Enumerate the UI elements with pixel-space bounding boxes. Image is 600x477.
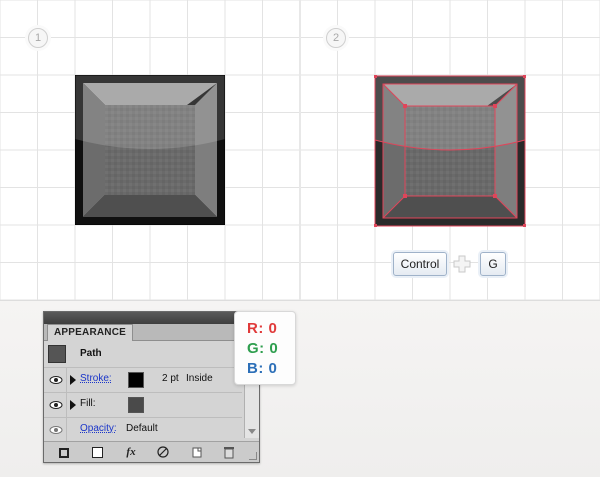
gloss-highlight <box>75 75 225 149</box>
appearance-panel: APPEARANCE Path Stroke: 2 pt Inside Fill… <box>43 311 260 463</box>
opacity-row[interactable]: Opacity: Default <box>44 418 242 443</box>
new-stroke-icon[interactable] <box>56 445 70 459</box>
opacity-label[interactable]: Opacity: <box>80 423 117 434</box>
button-artwork-1 <box>75 75 225 225</box>
g-key: G <box>480 252 506 276</box>
control-key: Control <box>393 252 447 276</box>
new-fill-icon[interactable] <box>90 445 104 459</box>
stroke-row[interactable]: Stroke: 2 pt Inside <box>44 368 242 393</box>
gloss-highlight <box>375 76 525 150</box>
panel-tabbar: APPEARANCE <box>44 324 259 341</box>
stroke-align: Inside <box>186 373 213 384</box>
step-badge-1: 1 <box>28 28 48 48</box>
fx-icon[interactable]: fx <box>124 445 138 459</box>
expand-triangle-icon[interactable] <box>70 400 76 410</box>
bevel-bottom <box>383 196 517 218</box>
stroke-swatch[interactable] <box>128 372 144 388</box>
opacity-visibility[interactable] <box>46 418 67 442</box>
duplicate-item-icon[interactable] <box>190 445 204 459</box>
scroll-down-icon[interactable] <box>248 429 256 434</box>
bevel-bottom <box>83 195 217 217</box>
fill-label: Fill: <box>80 398 96 409</box>
object-thumbnail <box>48 345 66 363</box>
panel-titlebar[interactable] <box>44 312 259 324</box>
panel-footer: fx <box>44 441 259 462</box>
clear-appearance-icon[interactable] <box>156 445 170 459</box>
fill-row[interactable]: Fill: <box>44 393 242 418</box>
eye-icon <box>49 376 63 384</box>
red-value: R: 0 <box>247 320 278 337</box>
fill-visibility[interactable] <box>46 393 67 417</box>
fill-swatch[interactable] <box>128 397 144 413</box>
stroke-visibility[interactable] <box>46 368 67 392</box>
stroke-weight: 2 pt <box>162 373 179 384</box>
green-value: G: 0 <box>247 340 279 357</box>
step-badge-2: 2 <box>326 28 346 48</box>
color-values-callout: R: 0 G: 0 B: 0 <box>234 311 296 385</box>
plus-icon <box>453 255 471 273</box>
blue-value: B: 0 <box>247 360 278 377</box>
object-type-label: Path <box>80 348 102 359</box>
eye-icon <box>49 426 63 434</box>
object-row[interactable]: Path <box>44 341 242 368</box>
eye-icon <box>49 401 63 409</box>
delete-item-icon[interactable] <box>222 445 236 459</box>
button-artwork-2-selected <box>374 75 526 227</box>
canvas-divider <box>299 0 301 300</box>
resize-grip-icon[interactable] <box>249 452 257 460</box>
tab-appearance[interactable]: APPEARANCE <box>47 324 134 341</box>
opacity-value: Default <box>126 423 158 434</box>
stroke-label[interactable]: Stroke: <box>80 373 112 384</box>
expand-triangle-icon[interactable] <box>70 375 76 385</box>
